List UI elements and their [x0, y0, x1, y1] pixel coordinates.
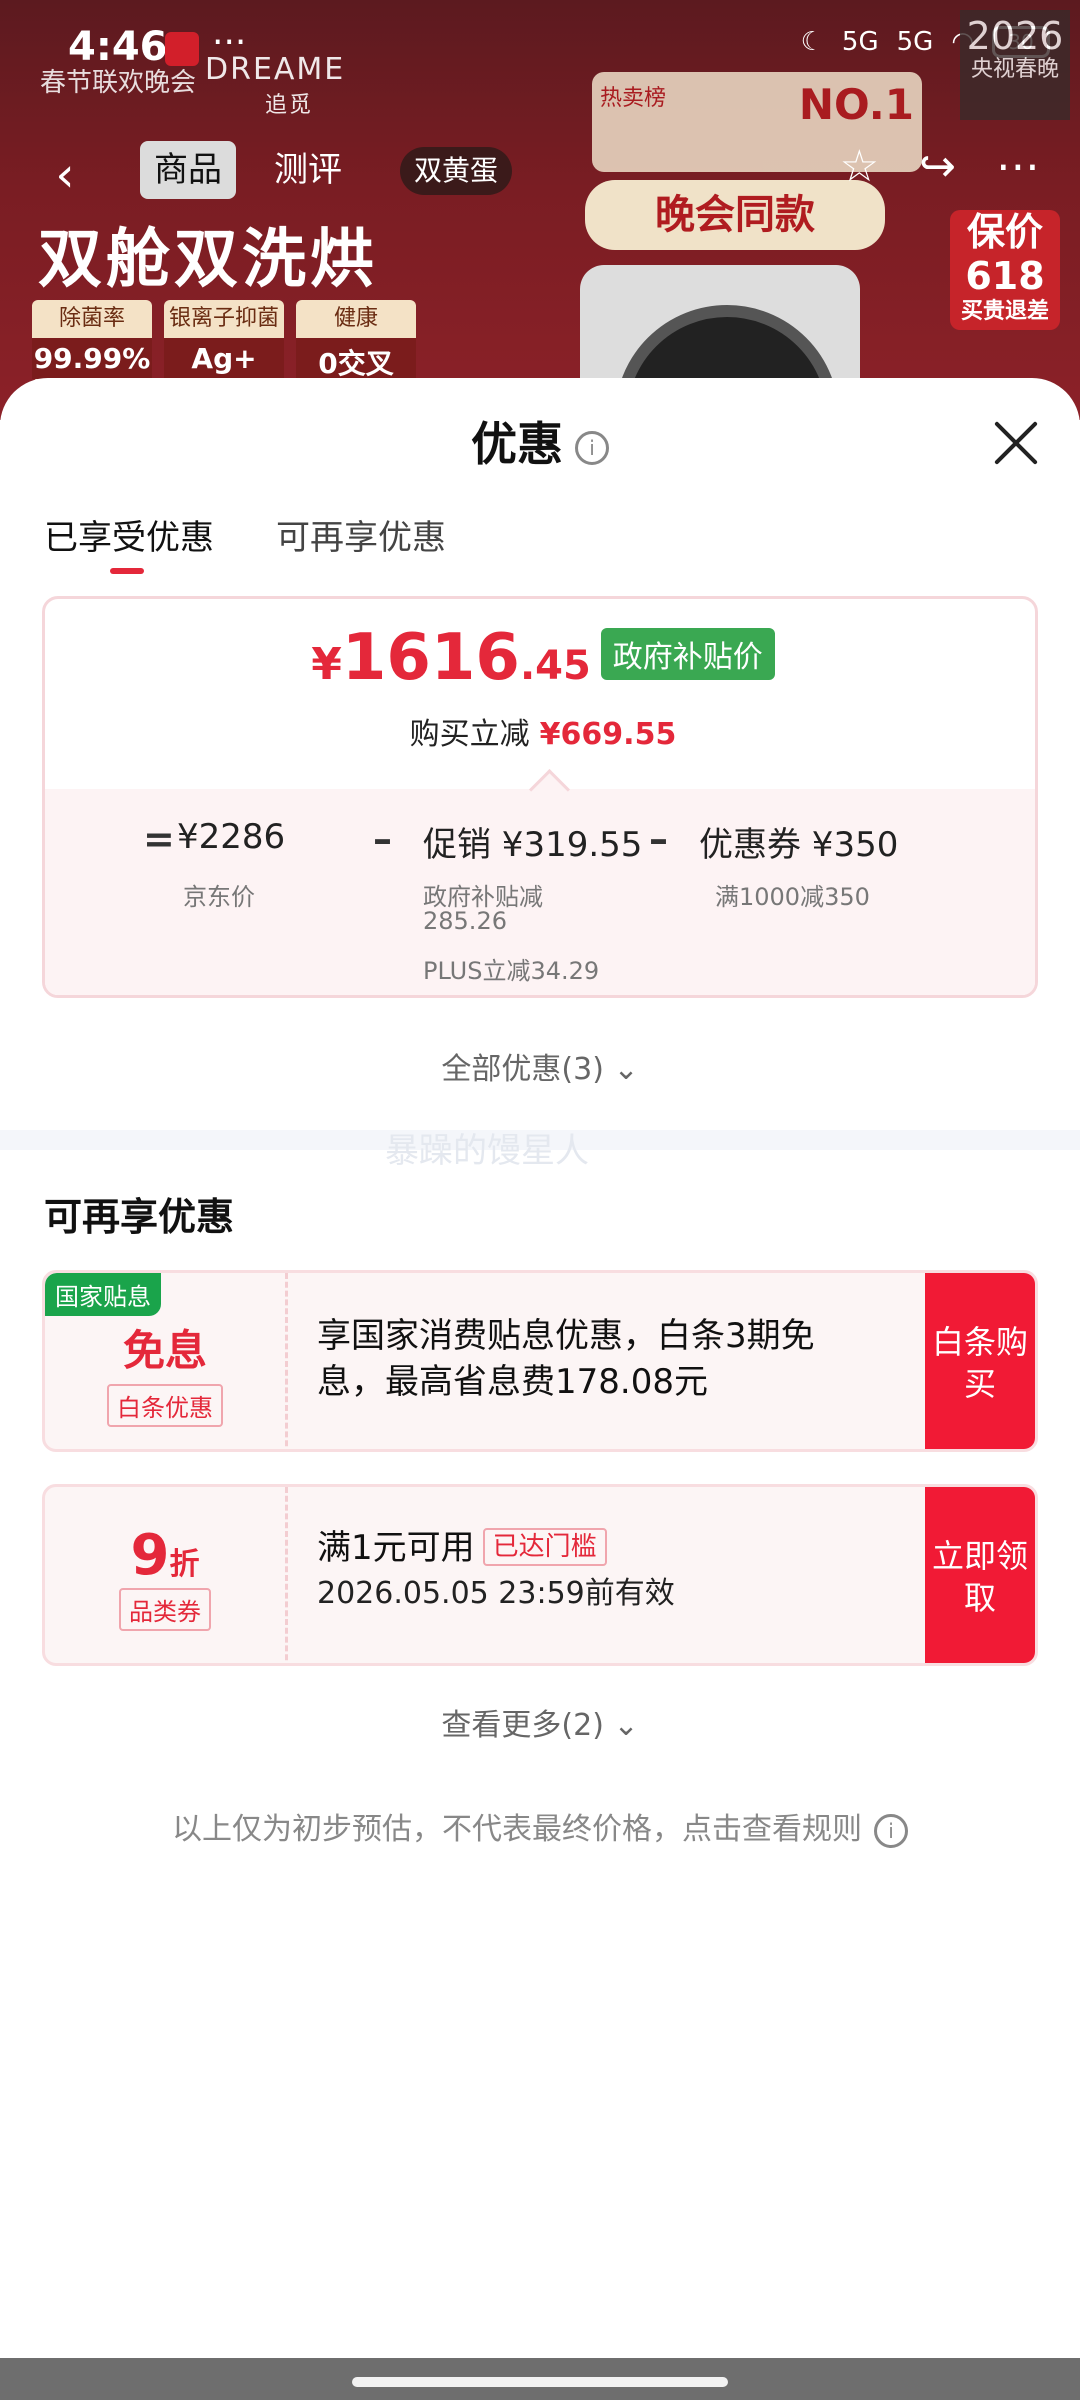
coupon-discount-number: 9 [130, 1523, 170, 1588]
see-more-toggle[interactable]: 查看更多(2) ⌄ [0, 1700, 1080, 1744]
brand-logo: DREAME 追觅 [205, 52, 346, 118]
jd-price: ¥2286 [177, 817, 286, 857]
tab-more-available[interactable]: 可再享优惠 [276, 510, 446, 559]
close-icon[interactable] [994, 420, 1038, 464]
watermark: 暴躁的馒星人 [385, 1131, 589, 1171]
chevron-down-icon: ⌄ [613, 1052, 639, 1087]
price-guarantee-badge: 保价 618 买贵退差 [950, 210, 1060, 330]
notification-app-icon [165, 32, 199, 66]
threshold-met-tag: 已达门槛 [482, 1528, 607, 1566]
disclaimer-link[interactable]: 以上仅为初步预估，不代表最终价格，点击查看规则 i [0, 1804, 1080, 1848]
section-title: 可再享优惠 [44, 1195, 235, 1239]
final-price: ¥1616.45 政府补贴价 [45, 621, 1035, 695]
favorite-star-icon[interactable]: ☆ [840, 141, 879, 192]
info-icon: i [874, 1813, 908, 1848]
tab-product[interactable]: 商品 [140, 141, 236, 199]
minus-sign: – [373, 817, 392, 861]
coupon-left: 9折 品类券 [45, 1487, 285, 1663]
all-deals-toggle[interactable]: 全部优惠(3) ⌄ [0, 1044, 1080, 1088]
feature-badge: 健康 0交叉 [296, 300, 416, 386]
network-5g-1: 5G [841, 27, 879, 57]
coupon-detail: 满1000减350 [715, 883, 870, 911]
coupon-headline: 免息 [122, 1326, 207, 1375]
back-arrow-icon[interactable]: ‹ [30, 145, 100, 205]
tab-review[interactable]: 测评 [260, 141, 356, 199]
discount-sheet: 优惠 i 已享受优惠 可再享优惠 ¥1616.45 政府补贴价 购买立减 ¥669.5… [0, 378, 1080, 2368]
home-indicator[interactable] [352, 2377, 728, 2387]
coupon-amount: 优惠券 ¥350 [699, 825, 899, 865]
product-topbar: ‹ 商品 测评 双黄蛋 ☆ ↪ ⋯ [20, 135, 1060, 205]
promo-amount: 促销 ¥319.55 [423, 825, 643, 865]
product-page-background: 4:46 ··· ☾ 5G 5G ◠ 30 春节联欢晚会 DREAME追觅 20… [0, 0, 1080, 420]
coupon-card-interest-free: 国家贴息 免息 白条优惠 享国家消费贴息优惠，白条3期免息，最高省息费178.0… [42, 1270, 1038, 1452]
equals-sign: = [143, 817, 175, 861]
promo-detail-plus: PLUS立减34.29 [423, 957, 600, 985]
coupon-expiry: 2026.05.05 23:59前有效 [317, 1576, 675, 1611]
coupon-card-category: 9折 品类券 满1元可用 已达门槛 2026.05.05 23:59前有效 立即领… [42, 1484, 1038, 1666]
tab-enjoyed[interactable]: 已享受优惠 [44, 510, 214, 574]
price-breakdown-card: ¥1616.45 政府补贴价 购买立减 ¥669.55 = ¥2286 京东价 – … [42, 596, 1038, 998]
coupon-description: 享国家消费贴息优惠，白条3期免息，最高省息费178.08元 [317, 1316, 815, 1402]
minus-sign: – [649, 817, 668, 861]
coupon-separator [285, 1487, 288, 1663]
gala-logo-text: 春节联欢晚会 [40, 68, 197, 98]
coupon-type-tag: 品类券 [119, 1588, 211, 1631]
instant-discount: 购买立减 ¥669.55 [409, 717, 677, 752]
coupon-discount-unit: 折 [169, 1547, 200, 1582]
coupon-type-tag: 白条优惠 [107, 1384, 223, 1427]
baitiao-buy-button[interactable]: 白条购买 [925, 1273, 1035, 1449]
jd-price-label: 京东价 [183, 883, 255, 911]
claim-coupon-button[interactable]: 立即领取 [925, 1487, 1035, 1663]
top-actions: ☆ ↪ ⋯ [840, 141, 1040, 192]
promo-detail-gov-amount: 285.26 [423, 907, 507, 935]
network-5g-2: 5G [896, 27, 934, 57]
gala-badge: 2026 央视春晚 [960, 10, 1070, 120]
coupon-separator [285, 1273, 288, 1449]
moon-icon: ☾ [800, 27, 824, 57]
share-icon[interactable]: ↪ [919, 141, 956, 192]
egg-tag: 双黄蛋 [400, 147, 513, 195]
info-icon[interactable]: i [575, 430, 609, 465]
sheet-title: 优惠 i [0, 408, 1080, 474]
feature-badge: 除菌率 99.99% [32, 300, 152, 380]
feature-badges: 除菌率 99.99% 银离子抑菌 Ag+ 健康 0交叉 [32, 300, 416, 386]
coupon-description: 满1元可用 已达门槛 2026.05.05 23:59前有效 [317, 1525, 877, 1617]
coupon-left: 免息 白条优惠 [45, 1273, 285, 1449]
discount-tabs: 已享受优惠 可再享优惠 [44, 510, 446, 574]
product-title: 双舱双洗烘 [38, 223, 378, 297]
feature-badge: 银离子抑菌 Ag+ [164, 300, 284, 380]
chevron-down-icon: ⌄ [613, 1708, 639, 1743]
more-icon[interactable]: ⋯ [996, 141, 1040, 192]
gov-subsidy-tag: 政府补贴价 [600, 628, 775, 680]
